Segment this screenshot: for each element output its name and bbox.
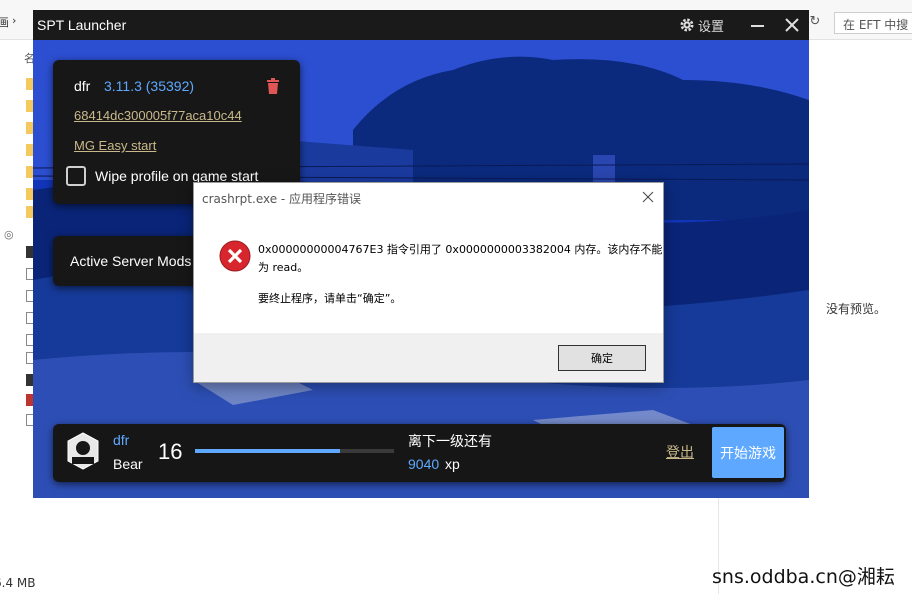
error-icon <box>219 240 251 272</box>
next-level-label: 离下一级还有 <box>408 434 492 450</box>
player-faction: Bear <box>113 456 143 472</box>
xp-progress-bar <box>195 449 394 453</box>
player-level: 16 <box>158 439 183 464</box>
start-mode-link[interactable]: MG Easy start <box>74 138 156 153</box>
search-input[interactable]: 在 EFT 中搜 <box>834 12 912 34</box>
trash-icon[interactable] <box>266 78 280 94</box>
logout-link[interactable]: 登出 <box>666 442 694 462</box>
active-server-mods-label: Active Server Mods <box>70 253 192 269</box>
player-name: dfr <box>113 432 130 448</box>
settings-button[interactable]: 设置 <box>679 16 725 35</box>
ok-button[interactable]: 确定 <box>558 345 646 371</box>
profile-id-link[interactable]: 68414dc300005f77aca10c44 <box>74 108 242 123</box>
gear-icon <box>680 18 694 32</box>
error-message-line: 0x00000000004767E3 指令引用了 0x0000000003382… <box>258 243 663 256</box>
xp-remaining-value: 9040 <box>408 456 440 472</box>
breadcrumb-separator: › <box>12 14 17 27</box>
settings-label: 设置 <box>698 19 725 35</box>
application-error-dialog: crashrpt.exe - 应用程序错误 0x00000000004767E3… <box>193 182 664 383</box>
launcher-titlebar[interactable]: SPT Launcher 设置 <box>33 10 809 40</box>
minimize-button[interactable] <box>749 18 767 34</box>
error-instruction: 要终止程序，请单击“确定”。 <box>258 292 402 305</box>
close-icon[interactable] <box>783 16 801 34</box>
watermark-text: sns.oddba.cn@湘耘 <box>712 566 895 588</box>
profile-status-bar: dfr Bear 16 离下一级还有 9040 xp 登出 开始游戏 <box>53 424 786 482</box>
xp-unit: xp <box>445 456 460 472</box>
close-icon[interactable] <box>642 191 654 203</box>
nav-item-icon: ◎ <box>4 228 14 241</box>
status-selection-size: 6.4 MB <box>0 576 36 590</box>
bear-faction-icon <box>67 432 99 470</box>
profile-name: dfr <box>74 78 91 94</box>
start-game-button[interactable]: 开始游戏 <box>712 427 784 478</box>
breadcrumb-item[interactable]: 画 <box>0 14 9 30</box>
window-title: SPT Launcher <box>37 17 127 33</box>
xp-progress-fill <box>195 449 341 453</box>
dialog-title: crashrpt.exe - 应用程序错误 <box>202 192 362 206</box>
wipe-profile-checkbox[interactable] <box>66 166 86 186</box>
preview-pane-text: 没有预览。 <box>826 302 887 316</box>
dialog-content-area: crashrpt.exe - 应用程序错误 0x00000000004767E3… <box>194 183 663 333</box>
active-server-mods-card[interactable]: Active Server Mods <box>53 236 203 286</box>
profile-version: 3.11.3 (35392) <box>104 78 195 94</box>
error-message-line: 为 read。 <box>258 261 309 274</box>
